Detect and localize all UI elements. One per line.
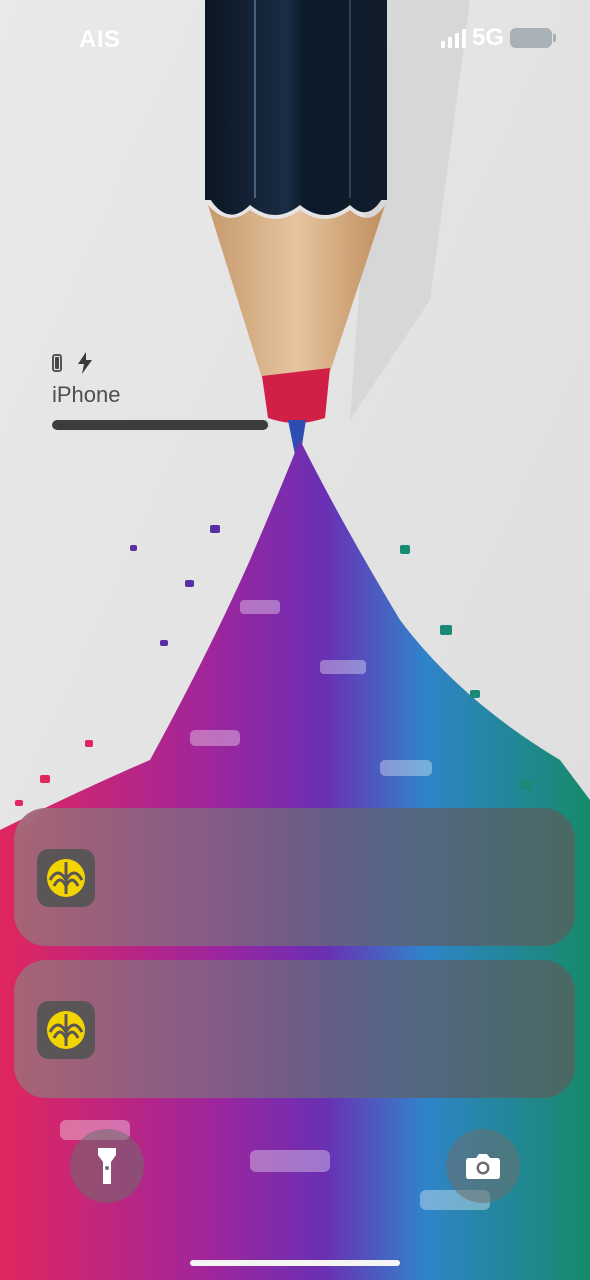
carrier-label: AIS xyxy=(79,26,121,53)
battery-widget: iPhone xyxy=(52,350,272,434)
device-name: iPhone xyxy=(52,382,121,407)
notification-card[interactable] xyxy=(14,808,575,946)
bank-app-icon xyxy=(37,849,95,907)
home-indicator[interactable] xyxy=(190,1260,400,1266)
phone-icon xyxy=(52,354,62,372)
battery-progress-track xyxy=(52,420,270,430)
device-icons xyxy=(52,350,272,376)
battery-progress-fill xyxy=(52,420,268,430)
flashlight-button[interactable] xyxy=(70,1129,144,1203)
notification-card[interactable] xyxy=(14,960,575,1098)
flashlight-icon xyxy=(98,1148,116,1184)
camera-icon xyxy=(466,1154,500,1179)
bank-app-icon xyxy=(37,1001,95,1059)
status-icons: 5G xyxy=(440,24,556,52)
status-bar: AIS 5G xyxy=(0,0,590,80)
charging-bolt-icon xyxy=(78,352,92,374)
battery-icon xyxy=(510,28,556,48)
network-label: 5G xyxy=(471,24,504,51)
camera-button[interactable] xyxy=(446,1129,520,1203)
signal-icon xyxy=(440,28,466,48)
